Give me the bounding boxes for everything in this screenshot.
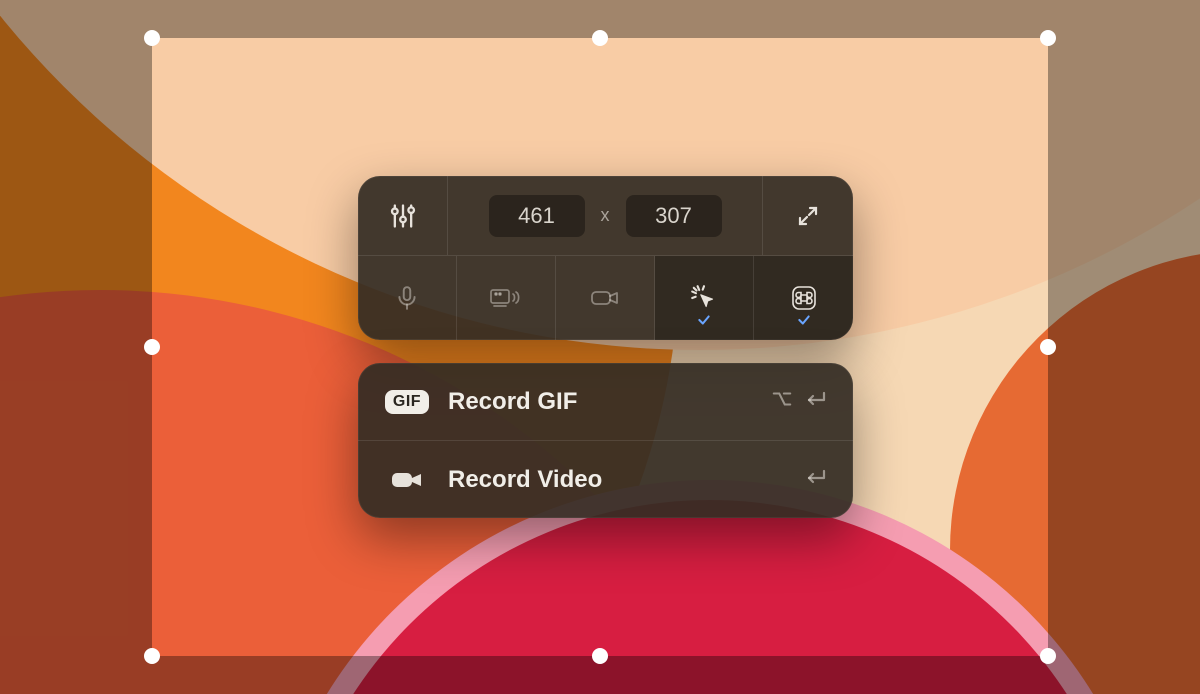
resize-handle-w[interactable] <box>144 339 160 355</box>
check-icon <box>797 313 811 332</box>
system-audio-icon <box>489 285 523 311</box>
return-key-icon <box>803 467 827 492</box>
record-actions-panel: GIF Record GIF Record Video <box>358 363 853 518</box>
expand-icon <box>796 204 820 228</box>
command-key-icon <box>789 283 819 313</box>
record-video-label: Record Video <box>448 466 785 494</box>
record-video-button[interactable]: Record Video <box>358 440 853 518</box>
gif-badge-icon: GIF <box>384 390 430 414</box>
recording-toolbar: x <box>358 176 853 340</box>
return-key-icon <box>803 389 827 414</box>
check-icon <box>697 313 711 332</box>
video-camera-icon <box>384 468 430 492</box>
resize-handle-n[interactable] <box>592 30 608 46</box>
resize-handle-sw[interactable] <box>144 648 160 664</box>
selection-dim-left <box>0 38 152 656</box>
resize-handle-se[interactable] <box>1040 648 1056 664</box>
settings-button[interactable] <box>358 176 448 255</box>
resize-handle-s[interactable] <box>592 648 608 664</box>
option-key-icon <box>771 389 793 414</box>
fullscreen-button[interactable] <box>763 176 853 255</box>
record-gif-shortcut <box>771 389 827 414</box>
resize-handle-ne[interactable] <box>1040 30 1056 46</box>
width-input[interactable] <box>489 195 585 237</box>
show-clicks-toggle[interactable] <box>655 256 754 340</box>
capture-selection[interactable] <box>152 38 1048 656</box>
record-gif-button[interactable]: GIF Record GIF <box>358 363 853 440</box>
camera-icon <box>590 286 620 310</box>
system-audio-toggle[interactable] <box>457 256 556 340</box>
camera-toggle[interactable] <box>556 256 655 340</box>
cursor-click-icon <box>689 283 719 313</box>
show-keystrokes-toggle[interactable] <box>754 256 853 340</box>
dimensions-separator: x <box>595 205 616 226</box>
sliders-icon <box>389 202 417 230</box>
record-video-shortcut <box>803 467 827 492</box>
selection-dim-right <box>1048 38 1200 656</box>
microphone-icon <box>394 285 420 311</box>
resize-handle-e[interactable] <box>1040 339 1056 355</box>
record-gif-label: Record GIF <box>448 388 753 416</box>
microphone-toggle[interactable] <box>358 256 457 340</box>
dimensions-group: x <box>448 176 763 255</box>
resize-handle-nw[interactable] <box>144 30 160 46</box>
height-input[interactable] <box>626 195 722 237</box>
